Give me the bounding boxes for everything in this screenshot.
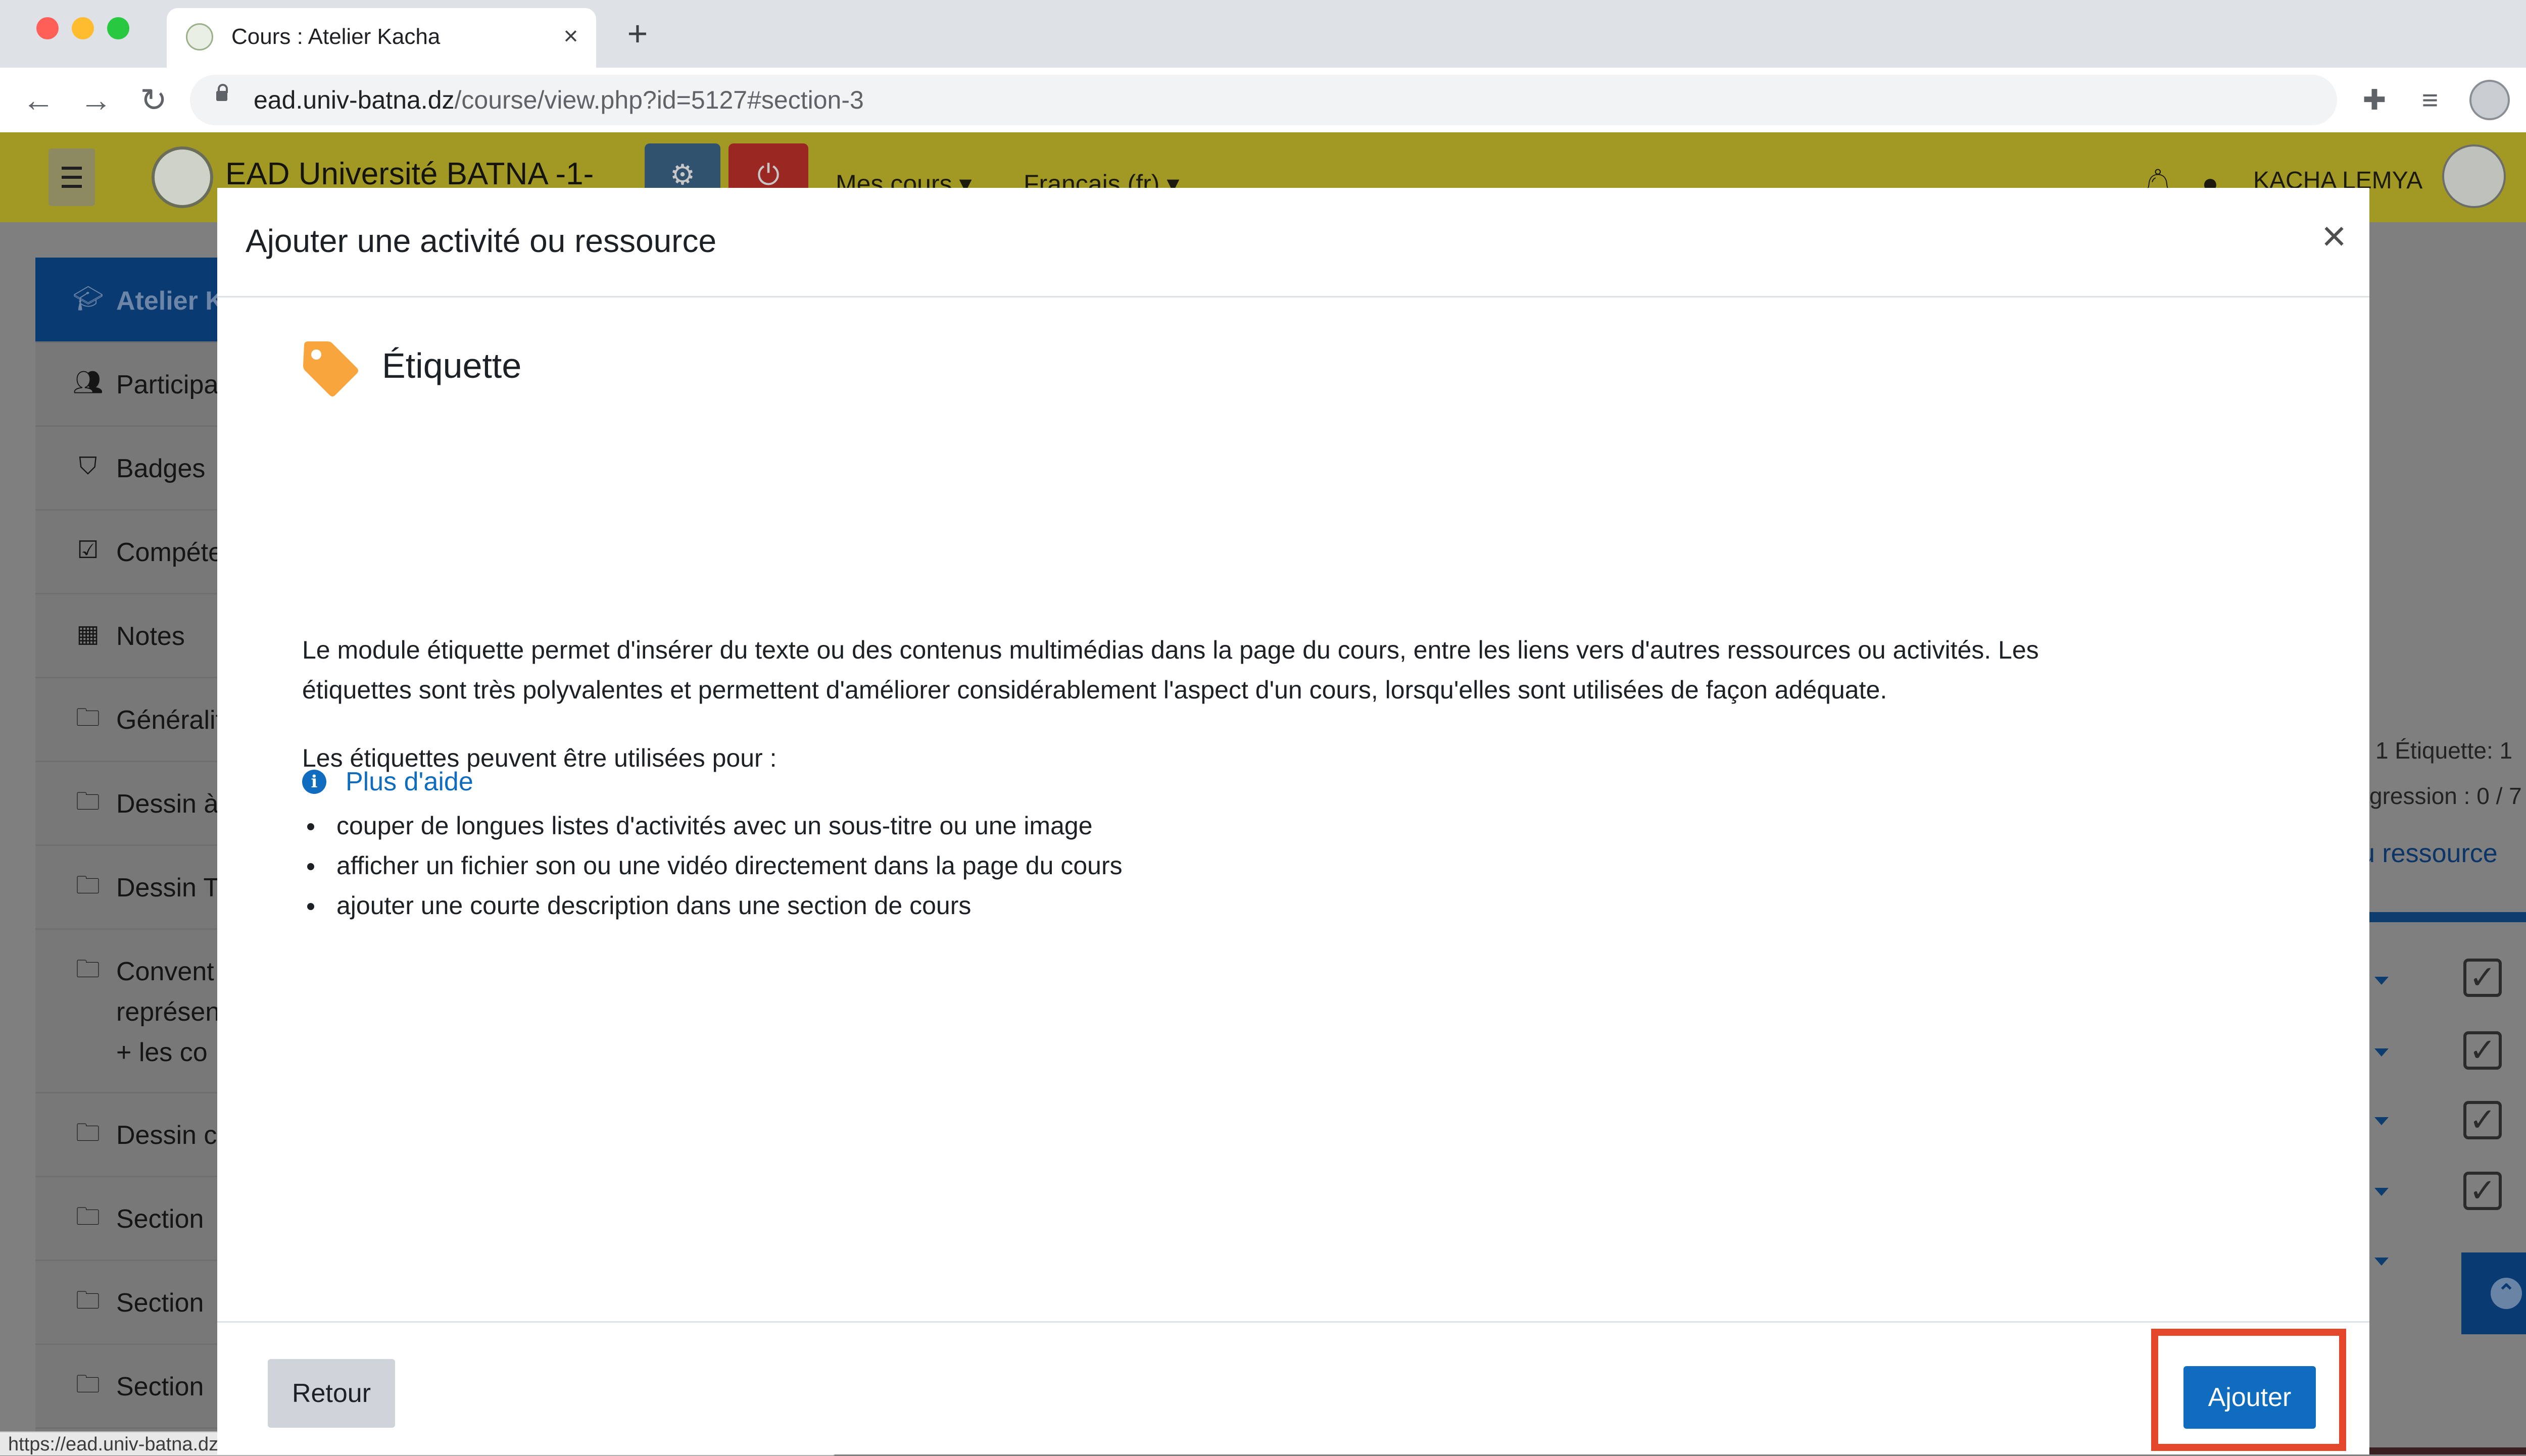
back-to-top-button[interactable]: ⌃ [2461, 1252, 2526, 1334]
shield-icon: ⛉ [78, 453, 97, 480]
completion-checkbox[interactable]: ✓ [2463, 1031, 2502, 1070]
completion-checkbox[interactable]: ✓ [2463, 1172, 2502, 1210]
edit-chevron-down-icon[interactable] [2374, 1258, 2389, 1266]
browser-profile-avatar[interactable] [2469, 80, 2510, 120]
table-icon: ▦ [76, 621, 100, 647]
modal-title: Ajouter une activité ou ressource [246, 223, 717, 259]
checkbox-icon: ☑ [77, 537, 99, 564]
edit-chevron-down-icon[interactable] [2374, 1188, 2389, 1196]
browser-toolbar: ← → ↻ ead.univ-batna.dz/course/view.php?… [0, 68, 2526, 132]
list-item: couper de longues listes d'activités ave… [302, 806, 1123, 846]
modal-footer: Retour Ajouter [217, 1321, 2369, 1456]
extensions-puzzle-icon[interactable]: ✚ [2354, 80, 2395, 120]
drawer-item-section[interactable]: 🗀 Section [35, 1176, 248, 1261]
tab-close-icon[interactable]: × [556, 19, 586, 53]
list-item: ajouter une courte description dans une … [302, 886, 1123, 926]
browser-tab-strip: Cours : Atelier Kacha × + [0, 0, 2526, 68]
add-button[interactable]: Ajouter [2183, 1366, 2316, 1429]
back-button[interactable]: Retour [268, 1359, 395, 1428]
drawer-item-section[interactable]: 🗀 Section [35, 1343, 248, 1429]
module-description-line: Le module étiquette permet d'insérer du … [302, 636, 2039, 664]
drawer-item-section[interactable]: 🗀 Dessin c [35, 1092, 248, 1177]
uses-list: couper de longues listes d'activités ave… [302, 806, 1123, 926]
help-link-text[interactable]: Plus d'aide [346, 761, 473, 803]
minimize-window-button[interactable] [72, 17, 94, 39]
graduation-cap-icon: 🎓︎ [73, 285, 104, 312]
folder-icon: 🗀 [75, 872, 100, 899]
gear-icon: ⚙ [669, 159, 696, 190]
course-navigation-drawer: 🎓︎ Atelier Kacha 👥︎ Participants ⛉ Badge… [35, 258, 258, 1454]
url-host: ead.univ-batna.dz [254, 86, 455, 114]
module-name: Étiquette [382, 346, 522, 385]
url-path: /course/view.php?id=5127#section-3 [454, 86, 864, 114]
folder-icon: 🗀 [75, 1287, 100, 1314]
modal-close-icon[interactable]: × [2314, 213, 2354, 259]
drawer-item-section[interactable]: 🗀 Dessin T [35, 844, 248, 930]
drawer-item-section[interactable]: 🗀 Convent représen + les co [35, 928, 248, 1093]
new-tab-button[interactable]: + [617, 13, 658, 54]
power-icon: ⏻ [757, 159, 780, 190]
reading-list-icon[interactable]: ≡ [2410, 80, 2450, 120]
completion-checkbox[interactable]: ✓ [2463, 959, 2502, 997]
add-resource-link[interactable]: u ressource [2360, 837, 2498, 870]
site-logo[interactable] [152, 146, 213, 208]
browser-tab[interactable]: Cours : Atelier Kacha × [167, 8, 596, 68]
close-window-button[interactable] [36, 17, 59, 39]
tab-title: Cours : Atelier Kacha [231, 24, 441, 49]
address-bar[interactable]: ead.univ-batna.dz/course/view.php?id=512… [190, 75, 2508, 125]
folder-icon: 🗀 [75, 1203, 100, 1230]
drawer-item-notes[interactable]: ▦ Notes [35, 593, 248, 678]
info-icon: i [302, 770, 326, 794]
url-text[interactable]: ead.univ-batna.dz/course/view.php?id=512… [254, 75, 864, 125]
drawer-item-section[interactable]: 🗀 Dessin à [35, 761, 248, 846]
modal-header: Ajouter une activité ou ressource × [217, 188, 2369, 297]
edit-chevron-down-icon[interactable] [2374, 977, 2389, 985]
hamburger-menu-icon[interactable] [48, 148, 95, 206]
drawer-item-competencies[interactable]: ☑ Compétences [35, 509, 258, 594]
maximize-window-button[interactable] [107, 17, 129, 39]
drawer-item-badges[interactable]: ⛉ Badges [35, 425, 248, 511]
add-activity-modal: Ajouter une activité ou ressource × Étiq… [217, 188, 2369, 1454]
favicon-icon [186, 23, 213, 51]
section-divider [2369, 912, 2526, 922]
completion-checkbox[interactable]: ✓ [2463, 1101, 2502, 1139]
drawer-item-participants[interactable]: 👥︎ Participants [35, 341, 254, 427]
user-avatar[interactable] [2442, 144, 2506, 208]
arrow-up-icon: ⌃ [2491, 1278, 2522, 1309]
drawer-item-course[interactable]: 🎓︎ Atelier Kacha [35, 258, 258, 343]
list-item: afficher un fichier son ou une vidéo dir… [302, 846, 1123, 886]
drawer-item-general[interactable]: 🗀 Généralités [35, 677, 251, 762]
folder-icon: 🗀 [75, 956, 100, 983]
section-summary: 1 Étiquette: 1 [2375, 737, 2513, 764]
progress-text: gression : 0 / 7 [2369, 783, 2522, 809]
folder-icon: 🗀 [75, 1371, 100, 1398]
users-icon: 👥︎ [73, 369, 104, 396]
reload-icon[interactable]: ↻ [133, 80, 174, 120]
lock-icon [216, 84, 228, 101]
folder-icon: 🗀 [75, 705, 100, 731]
edit-chevron-down-icon[interactable] [2374, 1048, 2389, 1057]
folder-icon: 🗀 [75, 788, 100, 815]
forward-arrow-icon[interactable]: → [76, 80, 116, 120]
folder-icon: 🗀 [75, 1120, 100, 1146]
module-description-line: étiquettes sont très polyvalentes et per… [302, 676, 1887, 704]
edit-chevron-down-icon[interactable] [2374, 1117, 2389, 1125]
drawer-item-section[interactable]: 🗀 Section [35, 1260, 248, 1345]
tag-icon [303, 341, 358, 396]
back-arrow-icon[interactable]: ← [18, 80, 59, 120]
